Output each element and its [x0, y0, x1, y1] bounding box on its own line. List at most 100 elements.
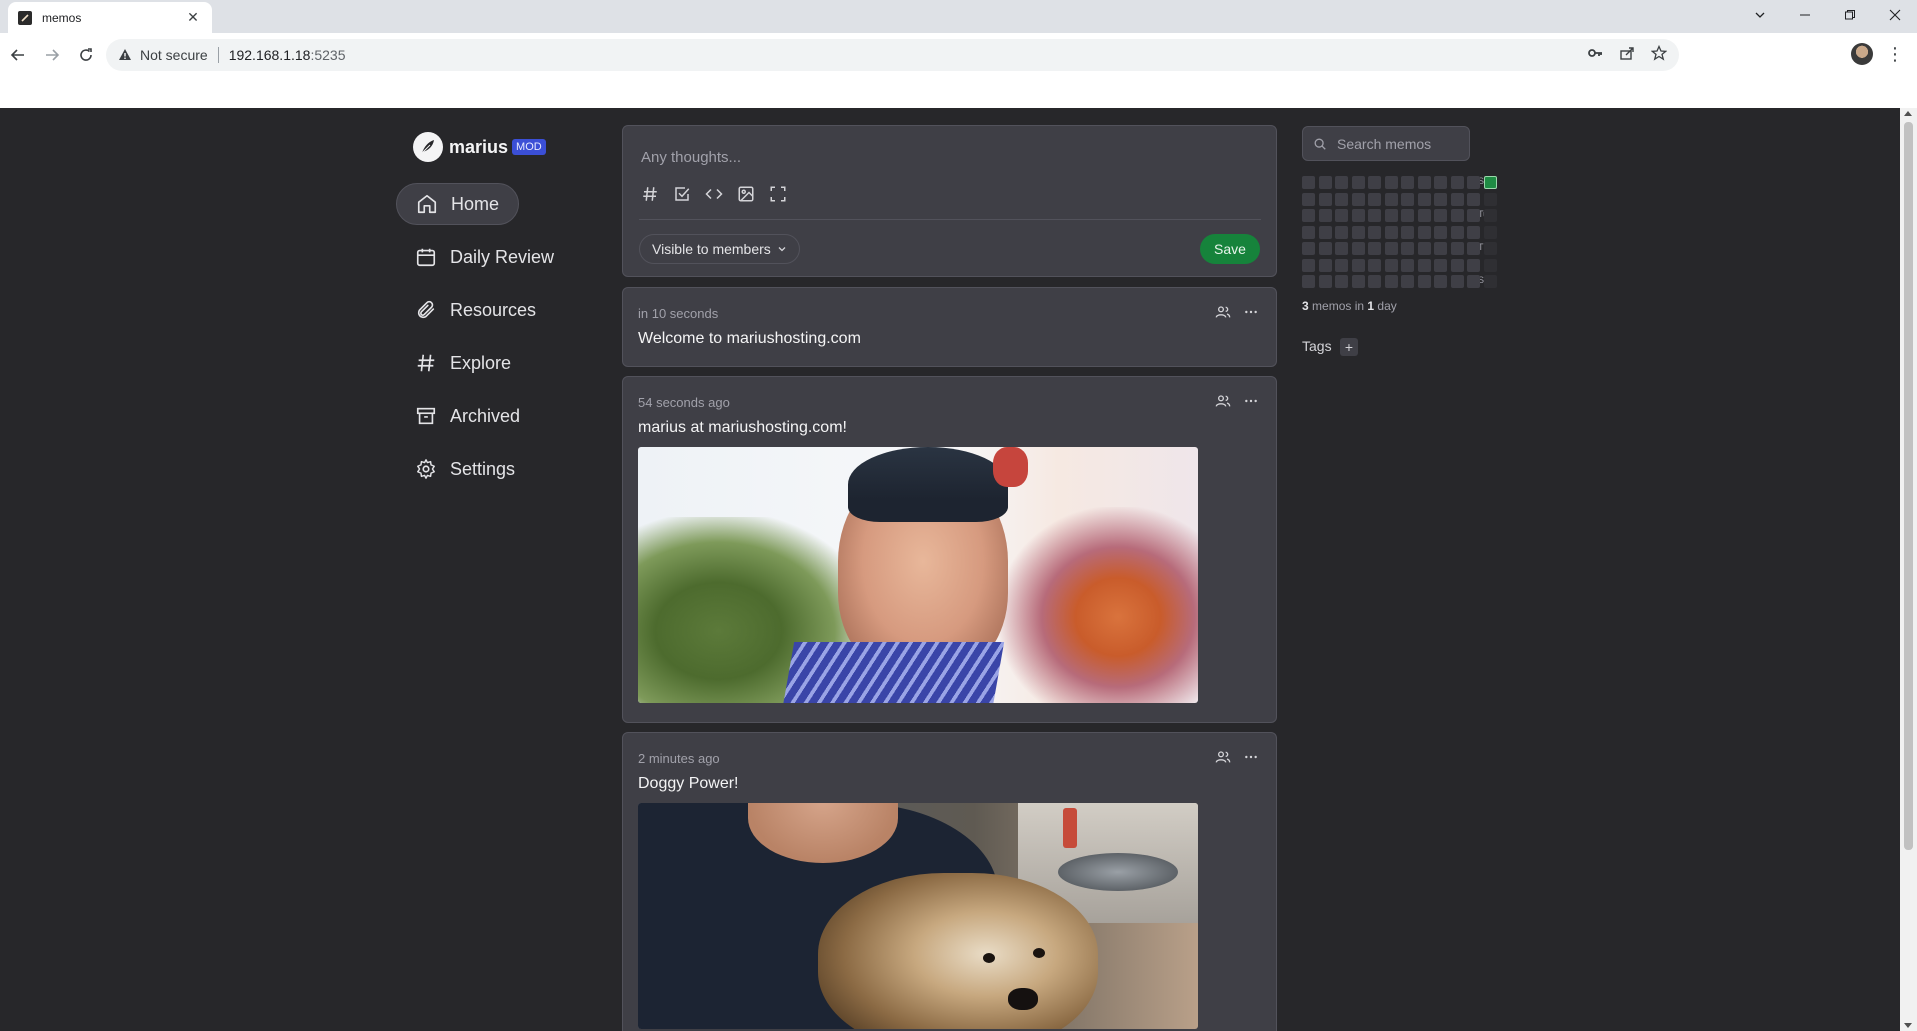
heatmap-cell[interactable] — [1434, 209, 1447, 222]
heatmap-cell[interactable] — [1434, 176, 1447, 189]
search-input[interactable] — [1337, 135, 1467, 152]
heatmap-cell[interactable] — [1384, 242, 1398, 255]
heatmap-cell[interactable] — [1483, 192, 1497, 206]
user-banner[interactable]: marius MOD — [413, 132, 546, 162]
sidebar-item-resources[interactable]: Resources — [396, 289, 572, 331]
browser-tab[interactable]: memos ✕ — [8, 2, 212, 33]
heatmap-cell[interactable] — [1318, 258, 1332, 272]
heatmap-cell[interactable] — [1401, 209, 1414, 222]
scroll-up-icon[interactable] — [1904, 111, 1912, 116]
heatmap-cell[interactable] — [1450, 258, 1464, 272]
heatmap-cell[interactable] — [1434, 225, 1447, 239]
heatmap-cell[interactable] — [1401, 176, 1414, 189]
memo-image[interactable] — [638, 447, 1198, 703]
heatmap-cell[interactable] — [1483, 209, 1497, 222]
heatmap-cell[interactable] — [1318, 242, 1332, 255]
heatmap-cell[interactable] — [1434, 258, 1447, 272]
browser-menu-icon[interactable]: ⋮ — [1885, 41, 1905, 67]
visibility-select[interactable]: Visible to members — [639, 234, 800, 264]
heatmap-cell[interactable] — [1335, 209, 1348, 222]
heatmap-cell[interactable] — [1335, 192, 1348, 206]
heatmap-cell[interactable] — [1483, 258, 1497, 272]
fullscreen-icon[interactable] — [768, 184, 788, 204]
memo-timestamp[interactable]: 54 seconds ago — [638, 395, 730, 410]
heatmap-cell[interactable] — [1467, 225, 1480, 239]
heatmap-cell[interactable] — [1335, 275, 1348, 288]
heatmap-cell[interactable] — [1368, 275, 1381, 288]
heatmap-cell[interactable] — [1384, 176, 1398, 189]
heatmap-cell[interactable] — [1401, 225, 1414, 239]
heatmap-cell[interactable] — [1434, 275, 1447, 288]
password-key-icon[interactable] — [1587, 45, 1603, 66]
heatmap-cell[interactable] — [1434, 242, 1447, 255]
scroll-thumb[interactable] — [1904, 122, 1913, 850]
heatmap-cell[interactable] — [1467, 258, 1480, 272]
code-icon[interactable] — [704, 184, 724, 204]
sidebar-item-explore[interactable]: Explore — [396, 342, 572, 384]
heatmap-cell[interactable] — [1401, 242, 1414, 255]
heatmap-cell[interactable] — [1483, 275, 1497, 288]
sidebar-item-archived[interactable]: Archived — [396, 395, 572, 437]
heatmap-cell[interactable] — [1302, 192, 1315, 206]
heatmap-cell[interactable] — [1467, 209, 1480, 222]
heatmap-cell[interactable] — [1483, 225, 1497, 239]
heatmap-cell[interactable] — [1417, 176, 1431, 189]
more-options-icon[interactable] — [1243, 304, 1259, 325]
memo-timestamp[interactable]: in 10 seconds — [638, 306, 718, 321]
heatmap-cell[interactable] — [1318, 209, 1332, 222]
heatmap-cell[interactable] — [1351, 225, 1365, 239]
heatmap-cell[interactable] — [1368, 192, 1381, 206]
sidebar-item-settings[interactable]: Settings — [396, 448, 572, 490]
heatmap-cell[interactable] — [1384, 209, 1398, 222]
scroll-down-icon[interactable] — [1904, 1023, 1912, 1028]
profile-avatar[interactable] — [1851, 43, 1873, 65]
heatmap-cell[interactable] — [1483, 176, 1497, 189]
heatmap-cell[interactable] — [1318, 176, 1332, 189]
heatmap-cell[interactable] — [1302, 225, 1315, 239]
heatmap-cell[interactable] — [1368, 225, 1381, 239]
page-scrollbar[interactable] — [1900, 108, 1917, 1031]
address-bar[interactable]: Not secure 192.168.1.18:5235 — [106, 39, 1679, 71]
heatmap-cell[interactable] — [1318, 225, 1332, 239]
heatmap-cell[interactable] — [1368, 258, 1381, 272]
tab-search-chevron-icon[interactable] — [1737, 0, 1782, 30]
close-window-icon[interactable] — [1872, 0, 1917, 30]
heatmap-cell[interactable] — [1417, 242, 1431, 255]
checkbox-icon[interactable] — [672, 184, 692, 204]
more-options-icon[interactable] — [1243, 749, 1259, 770]
heatmap-cell[interactable] — [1302, 209, 1315, 222]
heatmap-cell[interactable] — [1450, 225, 1464, 239]
heatmap-cell[interactable] — [1351, 176, 1365, 189]
heatmap-cell[interactable] — [1351, 242, 1365, 255]
forward-arrow-icon[interactable] — [36, 39, 68, 71]
heatmap-cell[interactable] — [1335, 225, 1348, 239]
heatmap-cell[interactable] — [1467, 192, 1480, 206]
reload-icon[interactable] — [70, 39, 102, 71]
heatmap-cell[interactable] — [1467, 242, 1480, 255]
heatmap-cell[interactable] — [1417, 225, 1431, 239]
heatmap-cell[interactable] — [1467, 176, 1480, 189]
heatmap-cell[interactable] — [1384, 225, 1398, 239]
heatmap-cell[interactable] — [1417, 275, 1431, 288]
heatmap-cell[interactable] — [1351, 258, 1365, 272]
add-tag-button[interactable]: + — [1340, 338, 1358, 356]
share-icon[interactable] — [1619, 45, 1635, 66]
heatmap-cell[interactable] — [1384, 192, 1398, 206]
memo-image[interactable] — [638, 803, 1198, 1029]
heatmap-cell[interactable] — [1450, 242, 1464, 255]
heatmap-cell[interactable] — [1450, 176, 1464, 189]
heatmap-cell[interactable] — [1384, 258, 1398, 272]
heatmap-cell[interactable] — [1302, 176, 1315, 189]
heatmap-cell[interactable] — [1302, 258, 1315, 272]
heatmap-cell[interactable] — [1318, 275, 1332, 288]
sidebar-item-home[interactable]: Home — [396, 183, 519, 225]
heatmap-cell[interactable] — [1368, 176, 1381, 189]
heatmap-cell[interactable] — [1302, 275, 1315, 288]
image-upload-icon[interactable] — [736, 184, 756, 204]
heatmap-cell[interactable] — [1417, 209, 1431, 222]
heatmap-cell[interactable] — [1351, 209, 1365, 222]
heatmap-cell[interactable] — [1335, 242, 1348, 255]
heatmap-cell[interactable] — [1434, 192, 1447, 206]
bookmark-star-icon[interactable] — [1650, 44, 1668, 66]
search-box[interactable] — [1302, 126, 1470, 161]
